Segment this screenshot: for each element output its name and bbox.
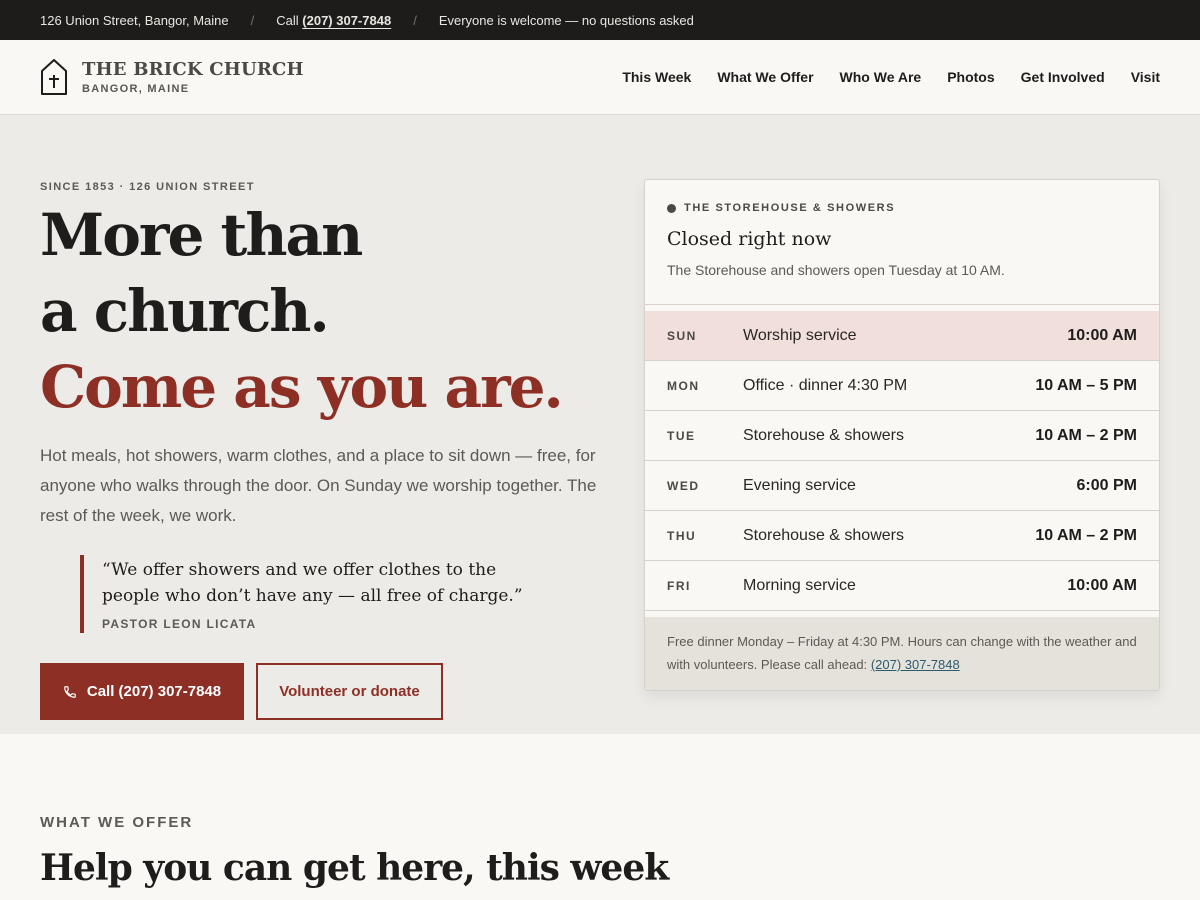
- headline-line-2: a church.: [40, 277, 330, 345]
- site-header: THE BRICK CHURCH BANGOR, MAINE This Week…: [0, 40, 1200, 115]
- schedule-time: 10 AM – 2 PM: [1035, 426, 1137, 444]
- hero-eyebrow: SINCE 1853 · 126 UNION STREET: [40, 181, 255, 193]
- schedule-time: 10:00 AM: [1067, 326, 1137, 344]
- brand-subtitle: BANGOR, MAINE: [82, 83, 190, 95]
- status-note: The Storehouse and showers open Tuesday …: [667, 262, 1005, 278]
- divider: /: [413, 12, 417, 28]
- headline-line-1: More than: [40, 201, 363, 269]
- volunteer-donate-button[interactable]: Volunteer or donate: [256, 663, 443, 720]
- status-title: Closed right now: [667, 228, 832, 250]
- schedule-activity: Storehouse & showers: [743, 526, 904, 544]
- weekly-schedule: SUN Worship service 10:00 AM MON Office …: [645, 311, 1159, 611]
- call-button-label: Call (207) 307-7848: [86, 683, 222, 700]
- schedule-row-sun: SUN Worship service 10:00 AM: [645, 311, 1159, 361]
- nav-get-involved[interactable]: Get Involved: [1021, 69, 1105, 85]
- status-dot-icon: [667, 203, 676, 213]
- nav-photos[interactable]: Photos: [947, 69, 994, 85]
- pastor-quote: “We offer showers and we offer clothes t…: [80, 555, 620, 633]
- address-text: 126 Union Street, Bangor, Maine: [40, 12, 229, 28]
- what-we-offer-section: WHAT WE OFFER Help you can get here, thi…: [0, 734, 1200, 889]
- nav-this-week[interactable]: This Week: [622, 69, 691, 85]
- brand-title: THE BRICK CHURCH: [82, 59, 304, 80]
- nav-visit[interactable]: Visit: [1131, 69, 1160, 85]
- schedule-time: 10 AM – 5 PM: [1035, 376, 1137, 394]
- schedule-activity: Worship service: [743, 326, 857, 344]
- status-card-footer: Free dinner Monday – Friday at 4:30 PM. …: [645, 617, 1159, 690]
- top-info-bar: 126 Union Street, Bangor, Maine / Call (…: [0, 0, 1200, 40]
- phone-icon: [64, 685, 76, 698]
- schedule-day: MON: [667, 378, 700, 393]
- brand-logo-link[interactable]: THE BRICK CHURCH BANGOR, MAINE: [40, 58, 304, 96]
- hero-actions: Call (207) 307-7848 Volunteer or donate: [40, 663, 620, 720]
- hero-headline: More than a church. Come as you are.: [40, 197, 620, 425]
- schedule-row-wed: WED Evening service 6:00 PM: [645, 461, 1159, 511]
- schedule-day: WED: [667, 478, 700, 493]
- schedule-row-tue: TUE Storehouse & showers 10 AM – 2 PM: [645, 411, 1159, 461]
- status-eyebrow-text: THE STOREHOUSE & SHOWERS: [684, 202, 896, 214]
- schedule-row-thu: THU Storehouse & showers 10 AM – 2 PM: [645, 511, 1159, 561]
- schedule-day: TUE: [667, 428, 696, 443]
- schedule-time: 6:00 PM: [1076, 476, 1137, 494]
- divider: /: [250, 12, 255, 28]
- nav-who-we-are[interactable]: Who We Are: [840, 69, 922, 85]
- status-eyebrow: THE STOREHOUSE & SHOWERS: [667, 202, 1137, 214]
- schedule-activity: Office · dinner 4:30 PM: [743, 376, 908, 394]
- schedule-activity: Morning service: [743, 576, 856, 594]
- schedule-time: 10 AM – 2 PM: [1035, 526, 1137, 544]
- headline-line-3: Come as you are.: [40, 353, 564, 421]
- welcome-text: Everyone is welcome — no questions asked: [438, 12, 694, 28]
- call-button[interactable]: Call (207) 307-7848: [40, 663, 244, 720]
- section-eyebrow: WHAT WE OFFER: [40, 814, 194, 831]
- schedule-activity: Evening service: [743, 476, 856, 494]
- main-nav: This Week What We Offer Who We Are Photo…: [596, 69, 1160, 85]
- call-prefix: Call: [276, 12, 299, 28]
- hero-description: Hot meals, hot showers, warm clothes, an…: [40, 446, 597, 525]
- nav-what-we-offer[interactable]: What We Offer: [717, 69, 813, 85]
- status-card-header: THE STOREHOUSE & SHOWERS Closed right no…: [645, 180, 1159, 305]
- storehouse-status-card: THE STOREHOUSE & SHOWERS Closed right no…: [644, 179, 1160, 691]
- church-icon: [41, 59, 67, 95]
- hero-content: SINCE 1853 · 126 UNION STREET More than …: [40, 181, 620, 720]
- schedule-day: FRI: [667, 578, 691, 593]
- schedule-row-fri: FRI Morning service 10:00 AM: [645, 561, 1159, 611]
- quote-attribution: PASTOR LEON LICATA: [102, 617, 257, 631]
- section-title: Help you can get here, this week: [40, 847, 669, 889]
- topbar-phone-link[interactable]: (207) 307-7848: [302, 13, 391, 28]
- schedule-activity: Storehouse & showers: [743, 426, 904, 444]
- schedule-day: SUN: [667, 328, 697, 343]
- schedule-row-mon: MON Office · dinner 4:30 PM 10 AM – 5 PM: [645, 361, 1159, 411]
- quote-text: “We offer showers and we offer clothes t…: [102, 560, 523, 606]
- footer-phone-link[interactable]: (207) 307-7848: [871, 657, 960, 672]
- schedule-time: 10:00 AM: [1067, 576, 1137, 594]
- hero-section: SINCE 1853 · 126 UNION STREET More than …: [0, 115, 1200, 734]
- call-text: Call (207) 307-7848: [276, 13, 391, 28]
- schedule-day: THU: [667, 528, 697, 543]
